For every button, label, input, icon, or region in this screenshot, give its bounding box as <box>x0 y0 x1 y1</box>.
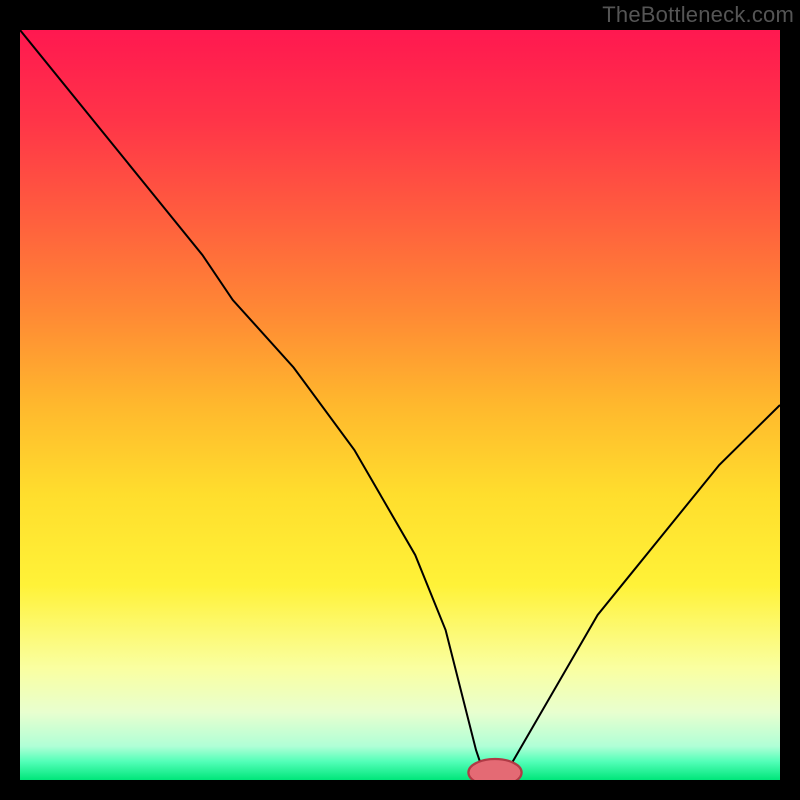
plot-area <box>20 30 780 780</box>
watermark-text: TheBottleneck.com <box>602 2 794 28</box>
chart-svg <box>20 30 780 780</box>
gradient-background <box>20 30 780 780</box>
chart-frame: TheBottleneck.com <box>0 0 800 800</box>
optimal-marker <box>468 759 521 780</box>
